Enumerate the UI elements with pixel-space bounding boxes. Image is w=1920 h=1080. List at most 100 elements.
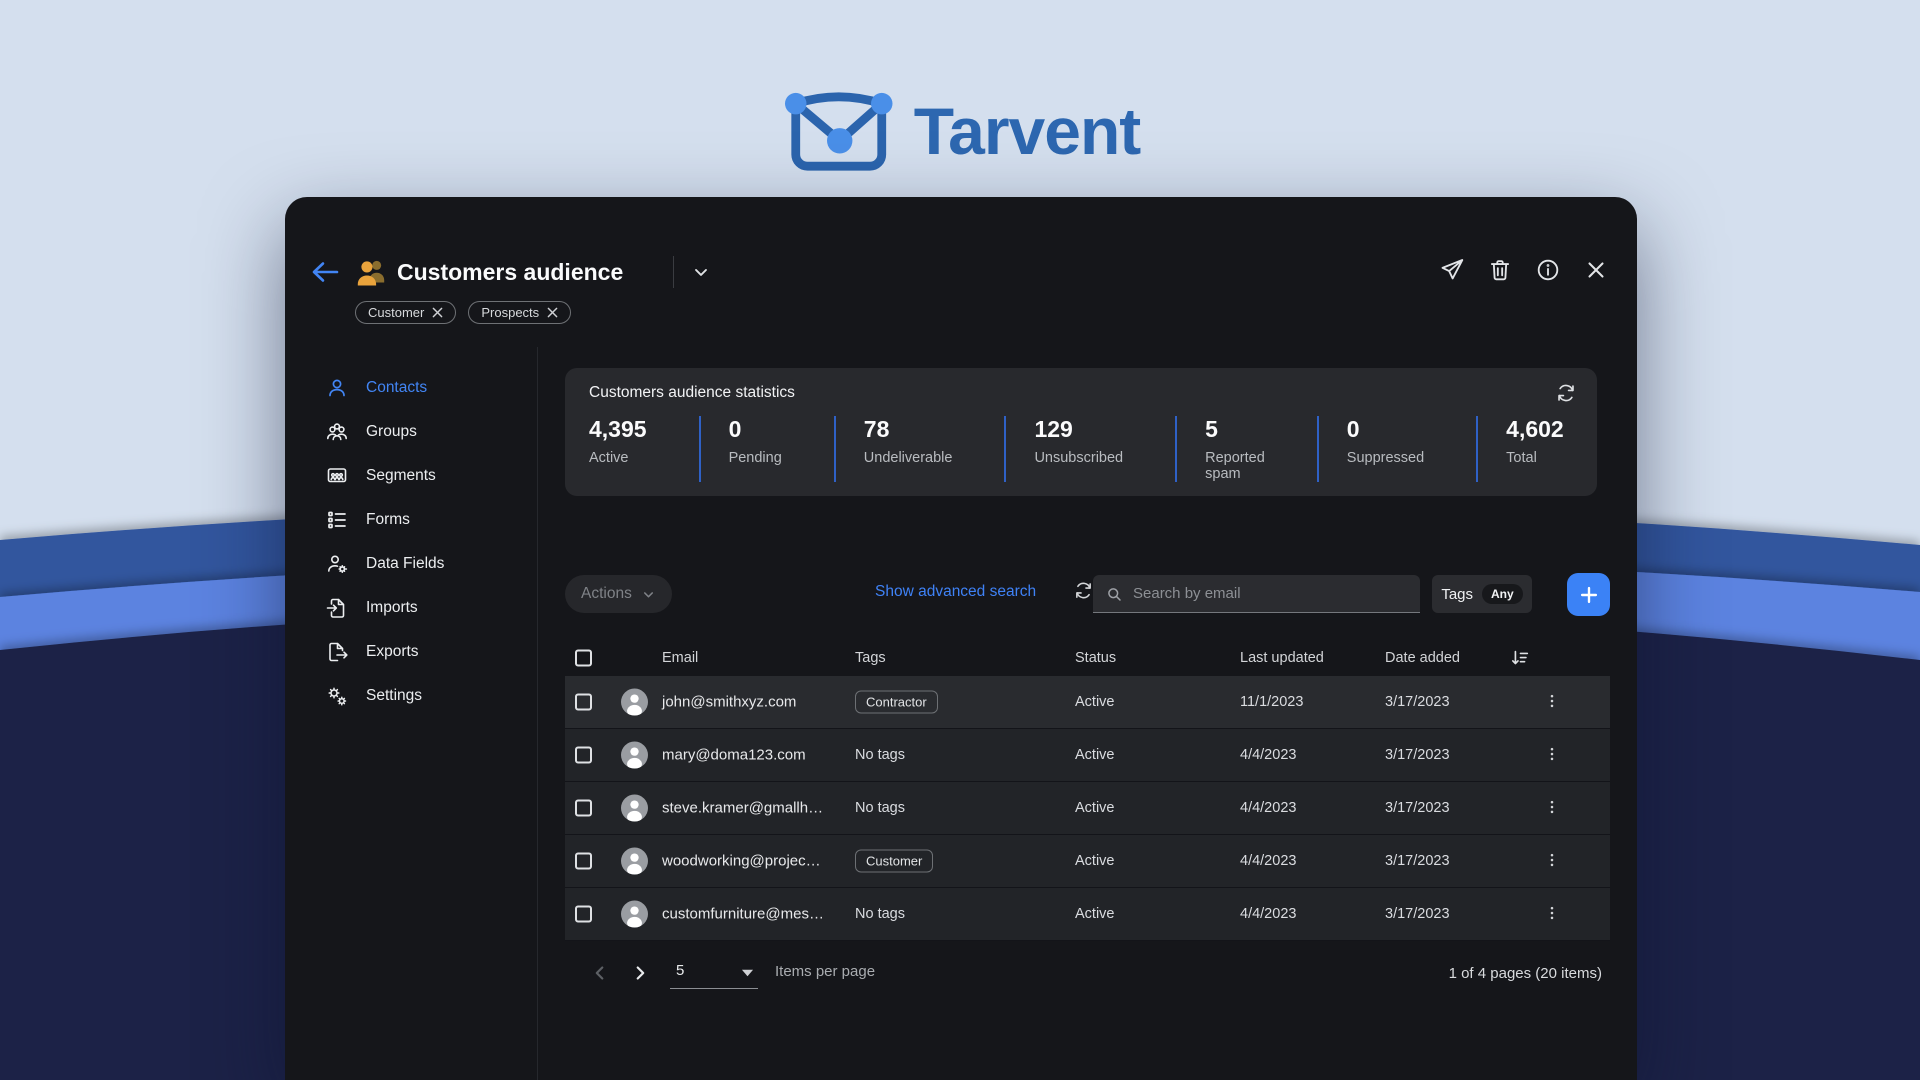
info-button[interactable] — [1535, 257, 1561, 283]
table-row[interactable]: customfurniture@mes… No tags Active 4/4/… — [565, 888, 1610, 941]
contact-last-updated: 4/4/2023 — [1240, 906, 1296, 922]
delete-button[interactable] — [1487, 257, 1513, 283]
show-advanced-search-link[interactable]: Show advanced search — [875, 583, 1036, 601]
row-menu-button[interactable] — [1543, 851, 1561, 871]
column-header-tags: Tags — [855, 650, 886, 666]
pagination-bar: 5 Items per page 1 of 4 pages (20 items) — [565, 955, 1610, 999]
row-checkbox[interactable] — [575, 800, 592, 817]
avatar — [621, 901, 648, 928]
caret-down-icon — [741, 968, 754, 978]
table-row[interactable]: john@smithxyz.com Contractor Active 11/1… — [565, 676, 1610, 729]
filter-tag-label: Customer — [368, 305, 424, 320]
filter-tag-prospects[interactable]: Prospects — [468, 301, 571, 324]
title-divider — [673, 256, 674, 288]
contact-tag-chip: Customer — [855, 850, 933, 873]
avatar — [621, 848, 648, 875]
list-icon — [325, 508, 349, 532]
row-checkbox[interactable] — [575, 906, 592, 923]
sidebar-item-label: Forms — [366, 511, 410, 529]
sidebar-item-label: Groups — [366, 423, 417, 441]
person-gear-icon — [325, 552, 349, 576]
sidebar-divider — [537, 347, 538, 1080]
sidebar: Contacts Groups Segments Forms — [285, 366, 537, 718]
back-button[interactable] — [309, 257, 341, 287]
contact-date-added: 3/17/2023 — [1385, 853, 1450, 869]
column-header-status: Status — [1075, 650, 1116, 666]
contact-email: woodworking@projec… — [662, 853, 821, 870]
tags-filter-button[interactable]: Tags Any — [1432, 575, 1532, 613]
items-per-page-select[interactable]: 5 — [670, 957, 758, 989]
contact-no-tags: No tags — [855, 747, 905, 763]
add-contact-button[interactable] — [1567, 573, 1610, 616]
sort-button[interactable] — [1509, 647, 1531, 669]
stat-pending: 0 Pending — [699, 416, 834, 482]
sidebar-item-label: Segments — [366, 467, 436, 485]
refresh-statistics-button[interactable] — [1555, 382, 1577, 404]
table-row[interactable]: steve.kramer@gmallh… No tags Active 4/4/… — [565, 782, 1610, 835]
row-checkbox[interactable] — [575, 694, 592, 711]
stat-label: Unsubscribed — [1034, 450, 1123, 466]
search-input[interactable] — [1133, 585, 1420, 602]
contact-date-added: 3/17/2023 — [1385, 906, 1450, 922]
back-arrow-icon — [309, 257, 341, 287]
stat-value: 78 — [864, 416, 953, 443]
contact-status: Active — [1075, 853, 1115, 869]
send-button[interactable] — [1439, 257, 1465, 283]
contact-email: steve.kramer@gmallh… — [662, 800, 823, 817]
contact-last-updated: 4/4/2023 — [1240, 747, 1296, 763]
sidebar-item-exports[interactable]: Exports — [285, 630, 537, 674]
sidebar-item-data-fields[interactable]: Data Fields — [285, 542, 537, 586]
refresh-list-button[interactable] — [1073, 580, 1094, 601]
chevron-left-icon — [589, 962, 611, 984]
sidebar-item-settings[interactable]: Settings — [285, 674, 537, 718]
stat-suppressed: 0 Suppressed — [1317, 416, 1476, 482]
stat-label: Pending — [729, 450, 782, 466]
contact-status: Active — [1075, 906, 1115, 922]
select-all-checkbox[interactable] — [575, 650, 592, 667]
row-menu-button[interactable] — [1543, 798, 1561, 818]
row-menu-button[interactable] — [1543, 692, 1561, 712]
stat-value: 4,395 — [589, 416, 647, 443]
stat-value: 0 — [1347, 416, 1424, 443]
row-checkbox[interactable] — [575, 853, 592, 870]
stat-value: 4,602 — [1506, 416, 1564, 443]
sidebar-item-forms[interactable]: Forms — [285, 498, 537, 542]
audience-dropdown-button[interactable] — [691, 262, 711, 282]
contact-email: john@smithxyz.com — [662, 694, 796, 711]
close-button[interactable] — [1583, 257, 1609, 283]
kebab-icon — [1543, 904, 1561, 922]
gears-icon — [325, 684, 349, 708]
chevron-right-icon — [629, 962, 651, 984]
stat-value: 129 — [1034, 416, 1123, 443]
stat-label: Reported spam — [1205, 450, 1265, 482]
pagination-summary: 1 of 4 pages (20 items) — [1449, 965, 1602, 982]
remove-tag-icon[interactable] — [432, 307, 443, 318]
envelope-logo-icon — [780, 88, 898, 174]
table-row[interactable]: mary@doma123.com No tags Active 4/4/2023… — [565, 729, 1610, 782]
sidebar-item-segments[interactable]: Segments — [285, 454, 537, 498]
contact-status: Active — [1075, 694, 1115, 710]
avatar — [621, 795, 648, 822]
row-menu-button[interactable] — [1543, 904, 1561, 924]
sidebar-item-imports[interactable]: Imports — [285, 586, 537, 630]
person-icon — [325, 376, 349, 400]
statistics-title: Customers audience statistics — [589, 384, 795, 402]
table-row[interactable]: woodworking@projec… Customer Active 4/4/… — [565, 835, 1610, 888]
stat-active: 4,395 Active — [589, 416, 699, 482]
stat-total: 4,602 Total — [1476, 416, 1616, 482]
filter-tag-customer[interactable]: Customer — [355, 301, 456, 324]
info-icon — [1535, 257, 1561, 283]
paper-plane-icon — [1439, 257, 1465, 283]
row-checkbox[interactable] — [575, 747, 592, 764]
sidebar-item-contacts[interactable]: Contacts — [285, 366, 537, 410]
contact-last-updated: 4/4/2023 — [1240, 853, 1296, 869]
remove-tag-icon[interactable] — [547, 307, 558, 318]
contact-date-added: 3/17/2023 — [1385, 694, 1450, 710]
stat-value: 0 — [729, 416, 782, 443]
sidebar-item-groups[interactable]: Groups — [285, 410, 537, 454]
next-page-button[interactable] — [629, 962, 651, 984]
contact-date-added: 3/17/2023 — [1385, 747, 1450, 763]
row-menu-button[interactable] — [1543, 745, 1561, 765]
previous-page-button[interactable] — [589, 962, 611, 984]
actions-dropdown-button[interactable]: Actions — [565, 575, 672, 613]
